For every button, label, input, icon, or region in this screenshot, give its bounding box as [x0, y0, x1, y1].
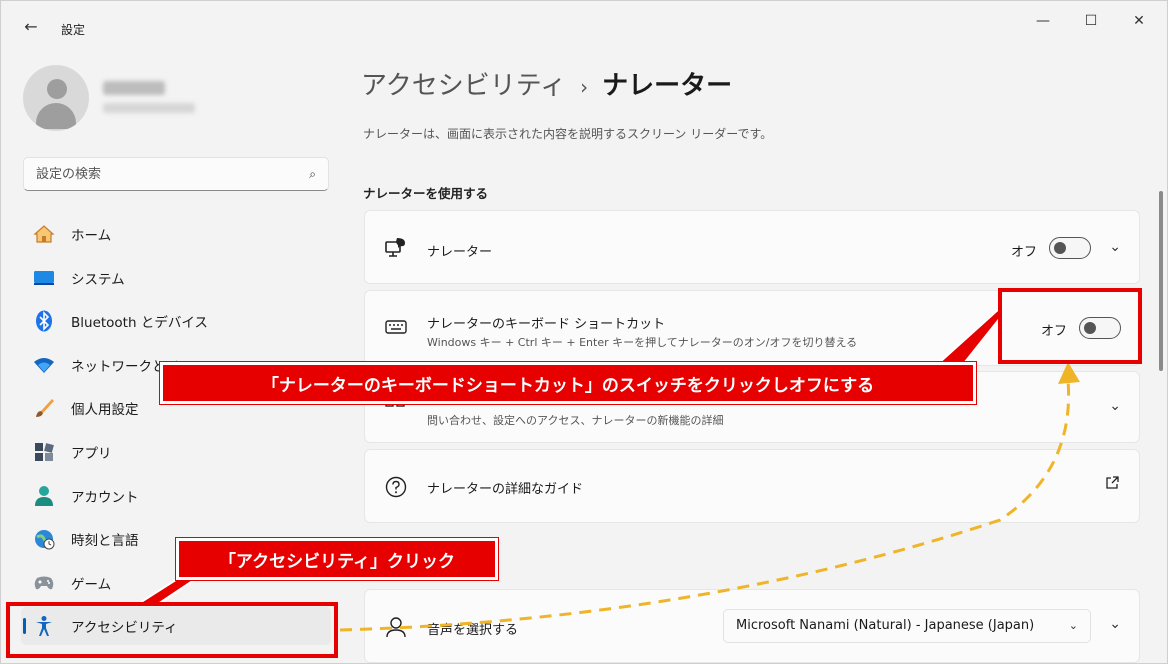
sidebar-item-apps[interactable]: アプリ — [21, 433, 331, 471]
narrator-guide-title: ナレーターの詳細なガイド — [427, 482, 584, 497]
callout-accessibility: 「アクセシビリティ」クリック — [176, 538, 498, 580]
narrator-toggle-label: オフ — [1011, 245, 1038, 260]
sidebar-item-label: システム — [71, 271, 125, 288]
sidebar-item-label: ホーム — [71, 228, 112, 244]
narrator-title: ナレーター — [427, 245, 493, 260]
profile-name-redacted — [103, 81, 165, 95]
gamepad-icon — [33, 572, 55, 594]
sidebar-item-home[interactable]: ホーム — [21, 215, 331, 253]
sidebar-item-label: 時刻と言語 — [71, 533, 139, 550]
narrator-setting-card[interactable]: ナレーター オフ ⌄ — [364, 210, 1140, 284]
globe-clock-icon — [33, 528, 55, 550]
voice-select-value: Microsoft Nanami (Natural) - Japanese (J… — [736, 618, 1035, 633]
narrator-guide-card[interactable]: ナレーターの詳細なガイド — [364, 449, 1140, 523]
profile-email-redacted — [103, 103, 195, 113]
apps-icon — [33, 441, 55, 463]
keyboard-icon — [385, 318, 407, 339]
sidebar-item-label: Bluetooth とデバイス — [71, 315, 208, 332]
keyboard-shortcut-subtitle: Windows キー + Ctrl キー + Enter キーを押してナレーター… — [427, 336, 858, 349]
scrollbar[interactable] — [1159, 191, 1163, 371]
maximize-button[interactable]: ☐ — [1069, 7, 1113, 35]
search-input[interactable] — [24, 158, 284, 190]
wifi-icon — [33, 354, 55, 376]
highlight-box-accessibility — [6, 602, 338, 658]
narrator-home-subtitle: 問い合わせ、設定へのアクセス、ナレーターの新機能の詳細 — [427, 414, 724, 427]
breadcrumb-parent[interactable]: アクセシビリティ — [361, 71, 566, 101]
bluetooth-icon — [33, 310, 55, 332]
voice-title: 音声を選択する — [427, 623, 519, 638]
sidebar-nav: ホーム システム Bluetooth とデバイス ネットワークとイ 個人用設定 — [21, 215, 331, 651]
callout-shortcut: 「ナレーターのキーボードショートカット」のスイッチをクリックしオフにする — [160, 362, 976, 404]
narrator-toggle[interactable] — [1049, 237, 1091, 259]
search-icon[interactable]: ⌕ — [309, 167, 316, 182]
search-box[interactable]: ⌕ — [23, 157, 329, 191]
sidebar-item-label: ゲーム — [71, 576, 112, 593]
app-title: 設定 — [61, 23, 86, 37]
chevron-down-icon[interactable]: ⌄ — [1109, 398, 1121, 414]
open-external-icon[interactable] — [1105, 476, 1119, 494]
brush-icon — [33, 397, 55, 419]
narrator-icon — [385, 237, 407, 262]
sidebar-item-accounts[interactable]: アカウント — [21, 477, 331, 515]
section-heading: ナレーターを使用する — [363, 186, 489, 201]
page-title: ナレーター — [602, 71, 733, 101]
sidebar-item-label: 個人用設定 — [71, 402, 139, 419]
sidebar-item-label: アカウント — [71, 489, 139, 506]
minimize-button[interactable]: — — [1021, 7, 1065, 35]
close-button[interactable]: ✕ — [1117, 7, 1161, 35]
breadcrumb: アクセシビリティ › ナレーター — [361, 65, 732, 102]
person-icon — [33, 485, 55, 507]
home-icon — [33, 223, 55, 245]
speaker-person-icon — [385, 616, 407, 643]
chevron-down-icon[interactable]: ⌄ — [1109, 616, 1121, 632]
voice-select[interactable]: Microsoft Nanami (Natural) - Japanese (J… — [723, 609, 1091, 643]
keyboard-shortcut-title: ナレーターのキーボード ショートカット — [427, 317, 666, 332]
back-icon[interactable]: ← — [19, 15, 43, 39]
title-bar: ← 設定 — ☐ ✕ — [1, 1, 1167, 45]
chevron-down-icon: ⌄ — [1068, 619, 1078, 632]
page-description: ナレーターは、画面に表示された内容を説明するスクリーン リーダーです。 — [363, 127, 773, 141]
monitor-icon — [33, 267, 55, 289]
sidebar-item-system[interactable]: システム — [21, 259, 331, 297]
avatar[interactable] — [23, 65, 89, 131]
highlight-box-shortcut-toggle — [998, 288, 1142, 364]
chevron-down-icon[interactable]: ⌄ — [1109, 239, 1121, 255]
sidebar-item-bluetooth[interactable]: Bluetooth とデバイス — [21, 302, 331, 340]
sidebar-item-label: アプリ — [71, 445, 112, 462]
help-icon — [385, 476, 407, 503]
breadcrumb-separator: › — [580, 75, 589, 99]
